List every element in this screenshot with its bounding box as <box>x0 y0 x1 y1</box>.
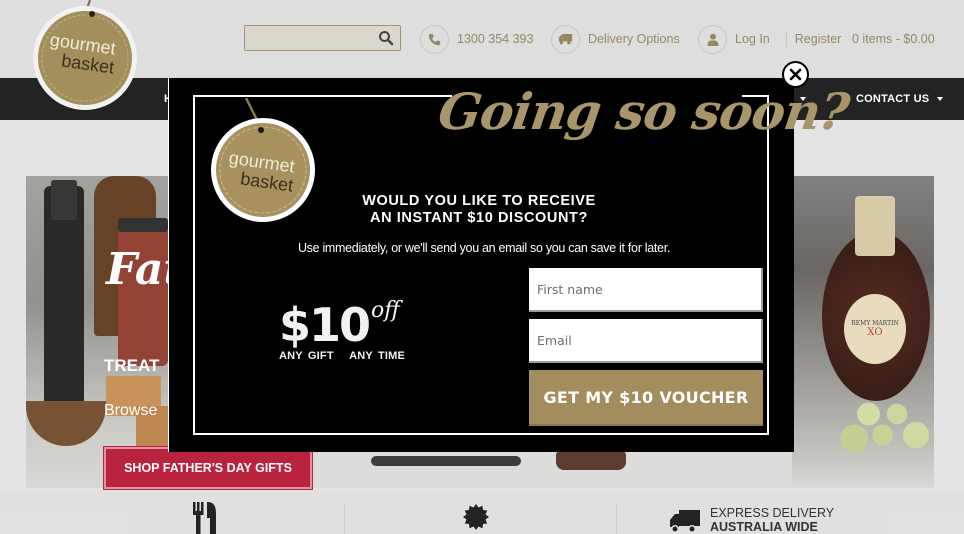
popup-title: Going so soon? <box>434 82 853 141</box>
express-delivery-text: EXPRESS DELIVERY AUSTRALIA WIDE <box>710 506 834 534</box>
nav-item-label: CONTACT US <box>856 93 930 105</box>
feature-line2: AUSTRALIA WIDE <box>710 520 818 534</box>
hero-browse-text: Browse <box>104 402 158 419</box>
cognac-label: REMY MARTIN XO <box>844 294 906 364</box>
register-link[interactable]: Register <box>795 32 842 46</box>
user-icon <box>698 24 727 54</box>
get-voucher-button[interactable]: GET MY $10 VOUCHER <box>529 370 763 426</box>
popup-question-line2: AN INSTANT $10 DISCOUNT? <box>370 210 588 226</box>
site-logo[interactable]: gourmet basket <box>30 0 142 112</box>
phone-number: 1300 354 393 <box>457 32 534 46</box>
shop-fathers-day-button[interactable]: SHOP FATHER'S DAY GIFTS <box>103 446 313 490</box>
close-popup-button[interactable] <box>782 61 809 88</box>
cognac-grade: XO <box>867 327 883 338</box>
popup-question-line1: WOULD YOU LIKE TO RECEIVE <box>362 193 596 209</box>
email-input[interactable] <box>529 319 763 363</box>
pistachio-bowl <box>26 401 106 446</box>
popup-subtitle: Use immediately, or we'll send you an em… <box>297 241 671 255</box>
cart-label: 0 items - $0.00 <box>852 32 935 46</box>
search-box <box>244 25 401 51</box>
delivery-options-link[interactable]: Delivery Options <box>551 24 680 54</box>
close-icon <box>789 68 802 81</box>
truck-icon <box>551 24 580 54</box>
cognac-brand: REMY MARTIN <box>851 320 899 327</box>
phone-contact[interactable]: 1300 354 393 <box>420 24 533 54</box>
phone-icon <box>420 24 449 54</box>
account-links: Log In Register <box>698 24 841 54</box>
hero-treat-text: TREAT <box>104 356 160 375</box>
olive-oil-bottle <box>44 180 84 421</box>
search-icon[interactable] <box>378 30 394 46</box>
offer-amount: $10 <box>279 298 371 352</box>
popup-question: WOULD YOU LIKE TO RECEIVE AN INSTANT $10… <box>289 193 669 227</box>
divider <box>785 31 787 47</box>
truck-icon <box>670 510 700 533</box>
offer-tagline: ANY GIFT ANY TIME <box>279 350 406 362</box>
cutlery-icon <box>193 502 216 534</box>
feature-line1: EXPRESS DELIVERY <box>710 506 835 520</box>
caret-down-icon <box>937 97 944 101</box>
delivery-options-label: Delivery Options <box>588 32 680 46</box>
badge-icon <box>463 504 489 530</box>
site-header: 1300 354 393 Delivery Options Log In Reg… <box>0 0 964 78</box>
cart-summary[interactable]: 0 items - $0.00 <box>852 24 935 54</box>
first-name-input[interactable] <box>529 268 763 312</box>
offer-suffix: off <box>371 298 400 323</box>
login-link[interactable]: Log In <box>735 32 770 46</box>
divider <box>344 505 345 534</box>
hero-image-left <box>26 176 176 488</box>
knife <box>371 456 521 466</box>
offer-badge: $10off ANY GIFT ANY TIME <box>279 298 405 362</box>
hero-image-right: REMY MARTIN XO <box>792 176 934 488</box>
search-input[interactable] <box>245 26 375 50</box>
divider <box>616 505 617 534</box>
grapes <box>840 386 934 456</box>
cognac-neck <box>855 196 895 256</box>
nav-item-contact-us[interactable]: CONTACT US <box>856 78 944 120</box>
exit-intent-popup: Going so soon? gourmet basket WOULD YOU … <box>168 78 852 452</box>
